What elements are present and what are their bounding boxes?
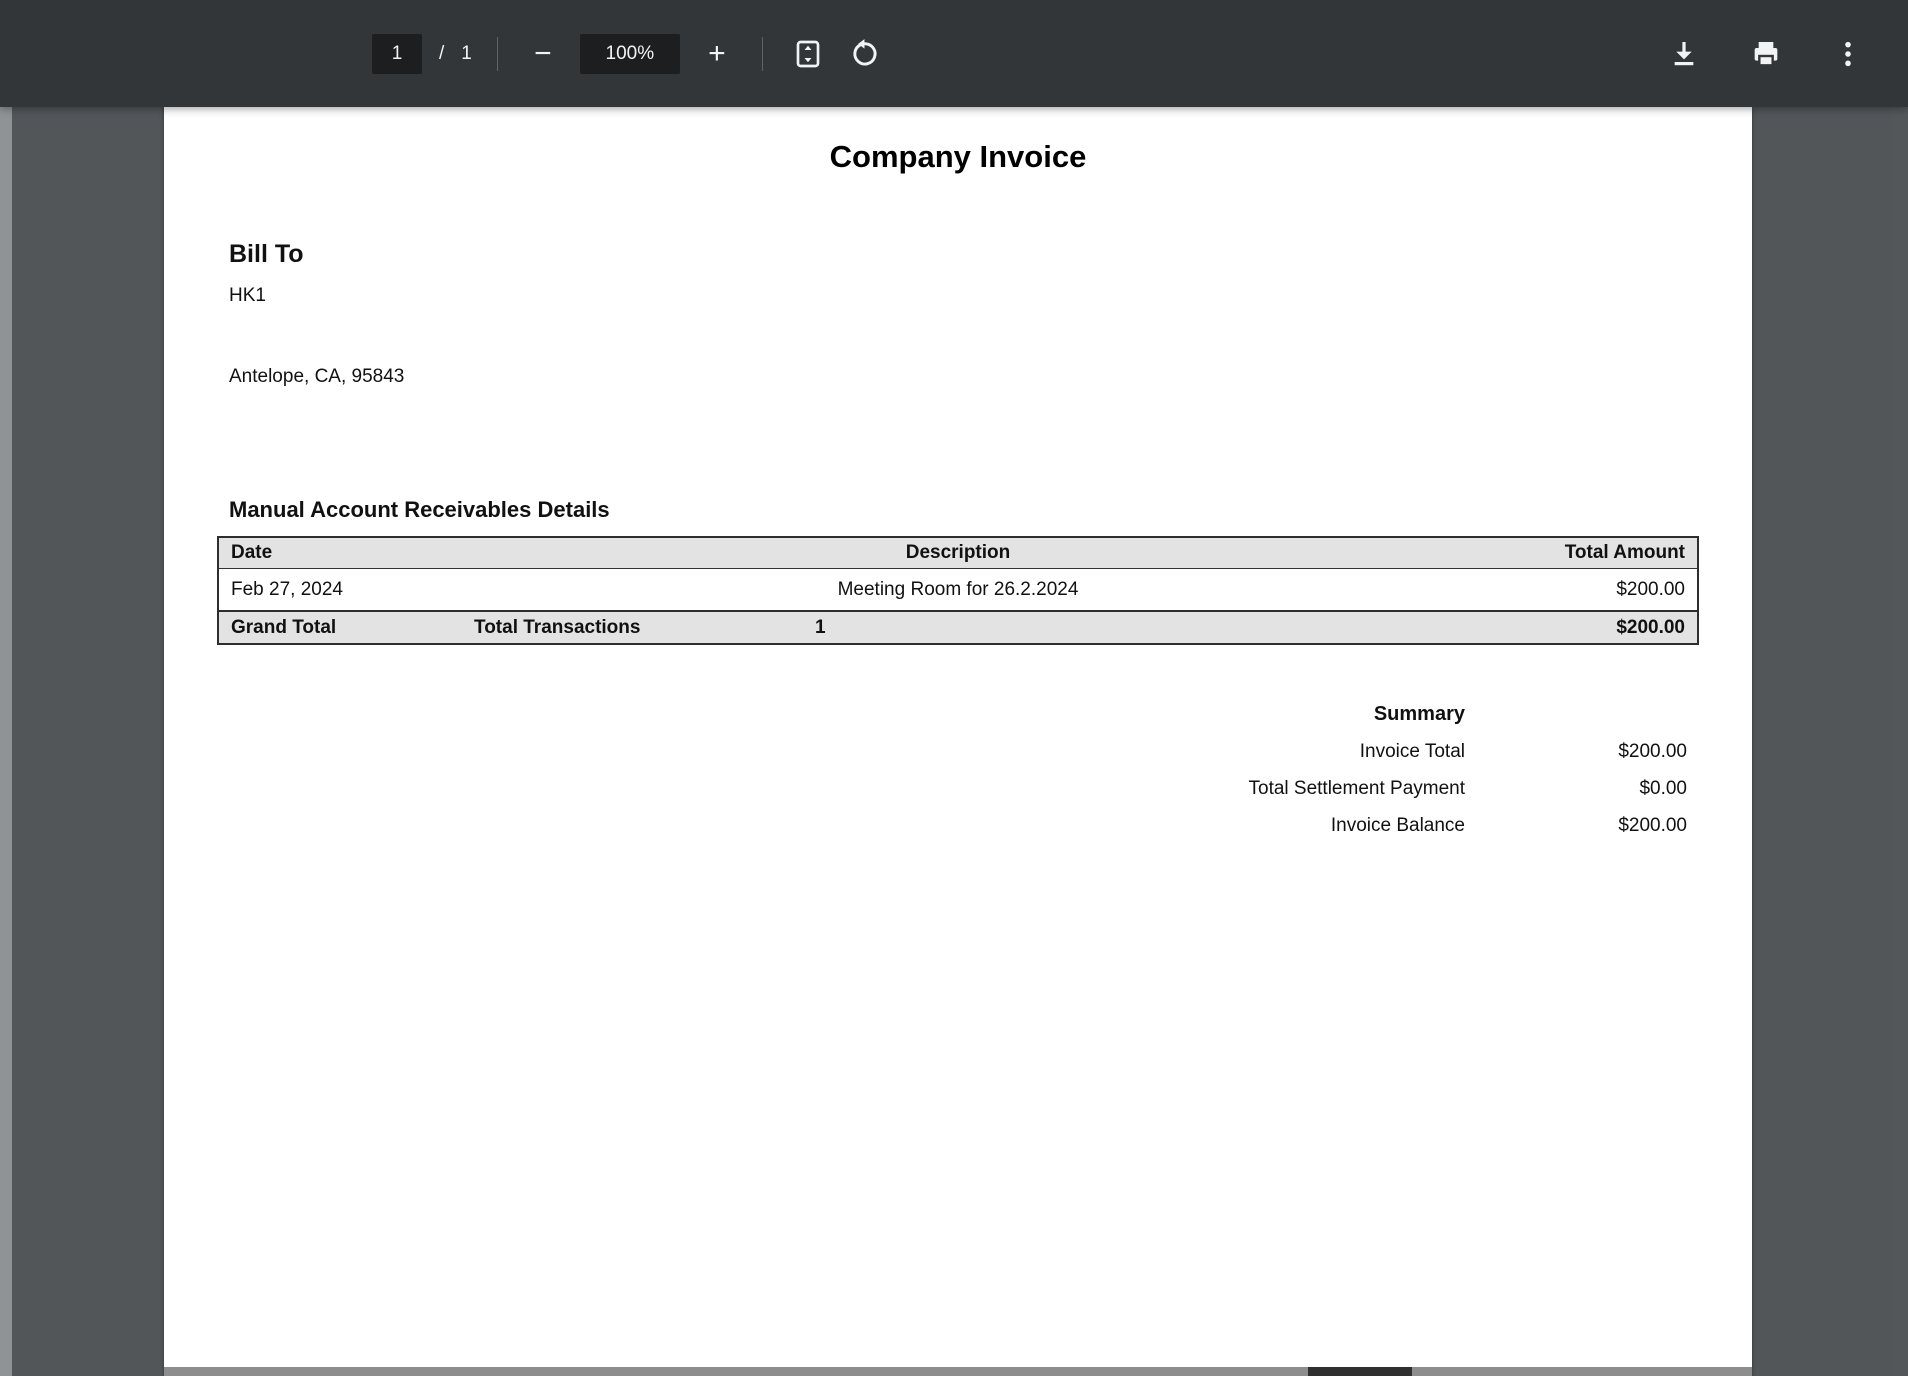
more-options-icon — [1832, 38, 1864, 70]
pdf-page: Company Invoice Bill To HK1 Antelope, CA… — [164, 107, 1752, 1376]
summary-heading-row: Summary — [217, 696, 1699, 733]
fit-to-page-icon — [792, 38, 824, 70]
summary-row-invoice-balance: Invoice Balance $200.00 — [217, 807, 1699, 844]
zoom-level[interactable]: 100% — [580, 34, 680, 74]
cell-amount: $200.00 — [1337, 579, 1697, 601]
toolbar-divider — [762, 37, 763, 71]
bill-to-address: Antelope, CA, 95843 — [229, 366, 404, 388]
table-header-row: Date Description Total Amount — [219, 538, 1697, 569]
print-icon — [1750, 38, 1782, 70]
vertical-scrollbar-track[interactable] — [1893, 107, 1908, 1376]
receivables-heading: Manual Account Receivables Details — [229, 497, 610, 523]
invoice-balance-label: Invoice Balance — [217, 815, 1465, 837]
cell-description: Meeting Room for 26.2.2024 — [579, 579, 1337, 601]
receivables-table: Date Description Total Amount Feb 27, 20… — [217, 536, 1699, 645]
settlement-payment-value: $0.00 — [1465, 778, 1687, 800]
page-number-input[interactable] — [372, 34, 422, 74]
summary-row-invoice-total: Invoice Total $200.00 — [217, 733, 1699, 770]
horizontal-scrollbar-track[interactable] — [164, 1367, 1752, 1376]
horizontal-scrollbar-thumb[interactable] — [1308, 1367, 1412, 1376]
bill-to-heading: Bill To — [229, 240, 304, 269]
bill-to-name: HK1 — [229, 285, 266, 307]
cell-date: Feb 27, 2024 — [219, 579, 579, 601]
zoom-in-icon: + — [708, 39, 726, 69]
rotate-counterclockwise-icon — [849, 38, 881, 70]
document-title: Company Invoice — [164, 139, 1752, 175]
zoom-out-button[interactable]: − — [523, 34, 563, 74]
column-header-date: Date — [219, 542, 579, 564]
invoice-total-label: Invoice Total — [217, 741, 1465, 763]
rotate-button[interactable] — [845, 34, 885, 74]
toolbar-right-controls — [1664, 0, 1868, 107]
print-button[interactable] — [1746, 34, 1786, 74]
left-scrollbar[interactable] — [0, 107, 12, 1376]
more-options-button[interactable] — [1828, 34, 1868, 74]
download-button[interactable] — [1664, 34, 1704, 74]
total-transactions-count: 1 — [815, 617, 1397, 639]
column-header-description: Description — [579, 542, 1337, 564]
grand-total-label: Grand Total — [219, 617, 474, 639]
toolbar-center-controls: / 1 − 100% + — [372, 0, 885, 107]
page-separator: / — [439, 43, 444, 65]
download-icon — [1668, 38, 1700, 70]
pdf-toolbar: / 1 − 100% + — [0, 0, 1908, 107]
invoice-balance-value: $200.00 — [1465, 815, 1687, 837]
zoom-out-icon: − — [534, 39, 552, 69]
grand-total-amount: $200.00 — [1397, 617, 1697, 639]
summary-section: Summary Invoice Total $200.00 Total Sett… — [217, 696, 1699, 844]
fit-page-button[interactable] — [788, 34, 828, 74]
invoice-total-value: $200.00 — [1465, 741, 1687, 763]
page-total: 1 — [461, 43, 472, 65]
column-header-total-amount: Total Amount — [1337, 542, 1697, 564]
toolbar-divider — [497, 37, 498, 71]
summary-row-settlement-payment: Total Settlement Payment $0.00 — [217, 770, 1699, 807]
settlement-payment-label: Total Settlement Payment — [217, 778, 1465, 800]
zoom-in-button[interactable]: + — [697, 34, 737, 74]
grand-total-row: Grand Total Total Transactions 1 $200.00 — [219, 610, 1697, 643]
total-transactions-label: Total Transactions — [474, 617, 815, 639]
table-row: Feb 27, 2024 Meeting Room for 26.2.2024 … — [219, 569, 1697, 610]
summary-heading: Summary — [217, 703, 1465, 726]
